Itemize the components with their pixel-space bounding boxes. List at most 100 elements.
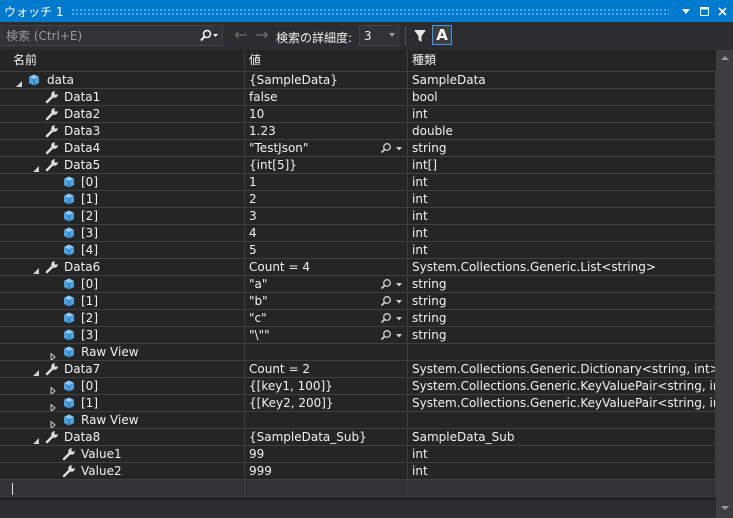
name-cell[interactable]: Data7: [0, 361, 245, 378]
watch-row[interactable]: [0] 1 int: [0, 174, 716, 191]
value-cell[interactable]: Count = 4: [245, 259, 408, 276]
scroll-up-icon[interactable]: [721, 56, 729, 60]
name-cell[interactable]: Data6: [0, 259, 245, 276]
watch-row[interactable]: [3] "\"" string: [0, 327, 716, 344]
vertical-scrollbar[interactable]: [716, 50, 733, 518]
watch-row[interactable]: Data6 Count = 4 System.Collections.Generic…: [0, 259, 716, 276]
value-cell[interactable]: false: [245, 89, 408, 106]
name-cell[interactable]: [2]: [0, 208, 245, 225]
name-cell[interactable]: Data5: [0, 157, 245, 174]
drag-grip[interactable]: [71, 7, 669, 15]
scroll-down-icon[interactable]: [721, 506, 729, 510]
value-cell[interactable]: {[key1, 100]}: [245, 378, 408, 395]
search-box[interactable]: [1, 25, 223, 46]
value-cell[interactable]: Count = 2: [245, 361, 408, 378]
value-cell[interactable]: {[Key2, 200]}: [245, 395, 408, 412]
search-input[interactable]: [2, 27, 193, 44]
watch-row[interactable]: Value2 999 int: [0, 463, 716, 480]
name-cell[interactable]: Value2: [0, 463, 245, 480]
name-cell[interactable]: [1]: [0, 395, 245, 412]
name-cell[interactable]: Data1: [0, 89, 245, 106]
column-header-value[interactable]: 値: [245, 50, 408, 71]
expanded-arrow-icon[interactable]: [32, 365, 40, 376]
value-cell[interactable]: 1.23: [245, 123, 408, 140]
watch-row[interactable]: Raw View: [0, 344, 716, 361]
name-cell[interactable]: Data8: [0, 429, 245, 446]
name-cell[interactable]: [0]: [0, 174, 245, 191]
watch-row[interactable]: [2] "c" string: [0, 310, 716, 327]
expanded-arrow-icon[interactable]: [32, 161, 40, 172]
value-cell[interactable]: 999: [245, 463, 408, 480]
value-cell[interactable]: 4: [245, 225, 408, 242]
watch-row[interactable]: data {SampleData} SampleData: [0, 72, 716, 89]
watch-row[interactable]: Data2 10 int: [0, 106, 716, 123]
value-cell[interactable]: 3: [245, 208, 408, 225]
horizontal-scrollbar[interactable]: [0, 501, 716, 518]
expanded-arrow-icon[interactable]: [32, 433, 40, 444]
value-cell[interactable]: {SampleData_Sub}: [245, 429, 408, 446]
watch-row[interactable]: Data4 "TestJson" string: [0, 140, 716, 157]
name-cell[interactable]: Data2: [0, 106, 245, 123]
column-header-type[interactable]: 種類: [408, 50, 716, 71]
watch-row[interactable]: [4] 5 int: [0, 242, 716, 259]
name-cell[interactable]: [3]: [0, 327, 245, 344]
watch-row[interactable]: [1] {[Key2, 200]} System.Collections.Gener…: [0, 395, 716, 412]
back-arrow-icon[interactable]: ←: [232, 27, 250, 45]
value-cell[interactable]: 99: [245, 446, 408, 463]
text-visualizer-icon[interactable]: [379, 329, 405, 342]
watch-row[interactable]: Value1 99 int: [0, 446, 716, 463]
watch-row[interactable]: Data8 {SampleData_Sub} SampleData_Sub: [0, 429, 716, 446]
search-depth-select[interactable]: 3: [359, 25, 399, 46]
name-cell[interactable]: [0]: [0, 276, 245, 293]
filter-icon[interactable]: [411, 27, 429, 45]
value-cell[interactable]: 5: [245, 242, 408, 259]
watch-row[interactable]: Data5 {int[5]} int[]: [0, 157, 716, 174]
watch-row[interactable]: [2] 3 int: [0, 208, 716, 225]
watch-row[interactable]: [0] {[key1, 100]} System.Collections.Gener…: [0, 378, 716, 395]
name-cell[interactable]: Raw View: [0, 344, 245, 361]
collapsed-arrow-icon[interactable]: [49, 400, 57, 411]
name-cell[interactable]: Raw View: [0, 412, 245, 429]
new-watch-row[interactable]: [0, 480, 716, 497]
watch-row[interactable]: Data3 1.23 double: [0, 123, 716, 140]
collapsed-arrow-icon[interactable]: [49, 349, 57, 360]
name-cell[interactable]: Data3: [0, 123, 245, 140]
name-cell[interactable]: [1]: [0, 293, 245, 310]
new-watch-name-cell[interactable]: [0, 480, 245, 497]
forward-arrow-icon[interactable]: →: [253, 27, 271, 45]
search-icon[interactable]: [195, 27, 219, 45]
value-cell[interactable]: 2: [245, 191, 408, 208]
dropdown-icon[interactable]: [677, 2, 695, 20]
watch-row[interactable]: Raw View: [0, 412, 716, 429]
collapsed-arrow-icon[interactable]: [49, 383, 57, 394]
name-cell[interactable]: [2]: [0, 310, 245, 327]
watch-row[interactable]: Data7 Count = 2 System.Collections.Generic…: [0, 361, 716, 378]
name-cell[interactable]: [4]: [0, 242, 245, 259]
text-visualizer-icon[interactable]: [379, 142, 405, 155]
expanded-arrow-icon[interactable]: [32, 263, 40, 274]
name-cell[interactable]: data: [0, 72, 245, 89]
value-cell[interactable]: 10: [245, 106, 408, 123]
text-visualizer-icon[interactable]: [379, 295, 405, 308]
watch-row[interactable]: [1] "b" string: [0, 293, 716, 310]
name-cell[interactable]: Data4: [0, 140, 245, 157]
expanded-arrow-icon[interactable]: [15, 76, 23, 87]
maximize-icon[interactable]: [695, 2, 713, 20]
watch-row[interactable]: Data1 false bool: [0, 89, 716, 106]
column-header-name[interactable]: 名前: [0, 50, 245, 71]
value-cell[interactable]: [245, 344, 408, 361]
value-cell[interactable]: {int[5]}: [245, 157, 408, 174]
name-cell[interactable]: [1]: [0, 191, 245, 208]
format-toggle-button[interactable]: A: [432, 25, 452, 45]
value-cell[interactable]: 1: [245, 174, 408, 191]
value-cell[interactable]: [245, 412, 408, 429]
text-visualizer-icon[interactable]: [379, 278, 405, 291]
text-visualizer-icon[interactable]: [379, 312, 405, 325]
watch-row[interactable]: [1] 2 int: [0, 191, 716, 208]
name-cell[interactable]: Value1: [0, 446, 245, 463]
watch-row[interactable]: [3] 4 int: [0, 225, 716, 242]
name-cell[interactable]: [3]: [0, 225, 245, 242]
value-cell[interactable]: {SampleData}: [245, 72, 408, 89]
close-icon[interactable]: [713, 2, 731, 20]
name-cell[interactable]: [0]: [0, 378, 245, 395]
